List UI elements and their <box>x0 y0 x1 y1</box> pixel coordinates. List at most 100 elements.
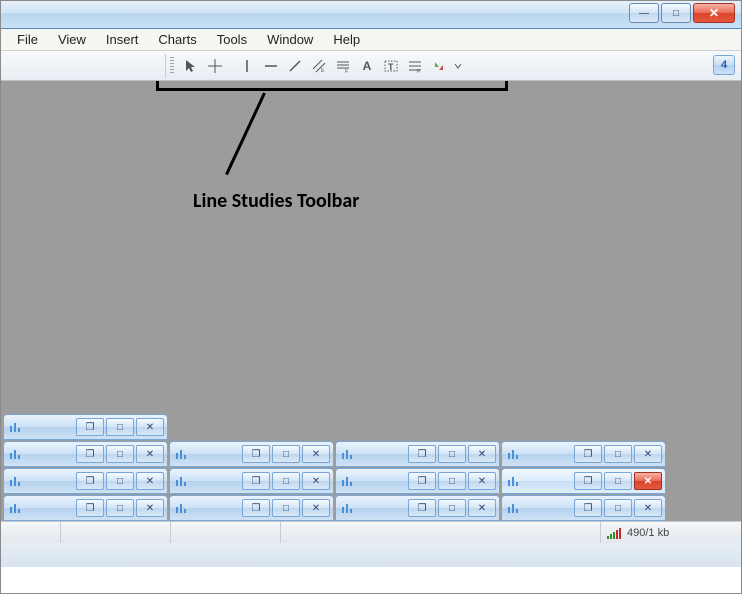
chart-icon <box>339 446 355 462</box>
svg-text:F: F <box>345 69 348 73</box>
tool-vertical-line[interactable] <box>236 55 258 77</box>
mdi-maximize-button[interactable]: □ <box>604 445 632 463</box>
menu-insert[interactable]: Insert <box>96 30 149 49</box>
mdi-close-button[interactable]: ✕ <box>136 445 164 463</box>
tool-crosshair[interactable] <box>204 55 226 77</box>
tool-arrows-shapes[interactable] <box>428 55 450 77</box>
menu-file[interactable]: File <box>7 30 48 49</box>
mdi-maximize-button[interactable]: □ <box>438 472 466 490</box>
tool-horizontal-line[interactable] <box>260 55 282 77</box>
mdi-maximize-button[interactable]: □ <box>438 445 466 463</box>
mdi-restore-button[interactable]: ❐ <box>408 499 436 517</box>
mdi-child-window[interactable]: ❐ □ ✕ <box>3 414 168 440</box>
mdi-close-button[interactable]: ✕ <box>136 418 164 436</box>
mdi-restore-button[interactable]: ❐ <box>76 445 104 463</box>
mdi-restore-button[interactable]: ❐ <box>242 445 270 463</box>
svg-text:F: F <box>417 69 420 73</box>
status-connection[interactable]: 490/1 kb <box>601 522 741 543</box>
tool-trendline[interactable] <box>284 55 306 77</box>
mdi-maximize-button[interactable]: □ <box>106 499 134 517</box>
mdi-child-window[interactable]: ❐□✕ <box>169 495 334 521</box>
mdi-child-window[interactable]: ❐□✕ <box>169 468 334 494</box>
tool-cursor[interactable] <box>180 55 202 77</box>
window-minimize-button[interactable]: — <box>629 3 659 23</box>
mdi-close-button[interactable]: ✕ <box>634 472 662 490</box>
status-cell <box>61 522 171 543</box>
tool-fibonacci-retracement[interactable]: F <box>332 55 354 77</box>
mdi-close-button[interactable]: ✕ <box>302 445 330 463</box>
mdi-maximize-button[interactable]: □ <box>604 499 632 517</box>
window-close-button[interactable]: ✕ <box>693 3 735 23</box>
mdi-child-window[interactable]: ❐□✕ <box>3 468 168 494</box>
menu-tools[interactable]: Tools <box>207 30 257 49</box>
menu-window[interactable]: Window <box>257 30 323 49</box>
mdi-close-button[interactable]: ✕ <box>302 499 330 517</box>
mdi-maximize-button[interactable]: □ <box>604 472 632 490</box>
mdi-child-window[interactable]: ❐□✕ <box>3 441 168 467</box>
alerts-badge[interactable]: 4 <box>713 55 735 75</box>
tool-dropdown[interactable] <box>452 55 464 77</box>
equidistant-channel-icon: E <box>312 59 326 73</box>
mdi-child-window[interactable]: ❐□✕ <box>501 441 666 467</box>
chart-icon <box>173 446 189 462</box>
mdi-maximize-button[interactable]: □ <box>438 499 466 517</box>
mdi-close-button[interactable]: ✕ <box>468 499 496 517</box>
mdi-close-button[interactable]: ✕ <box>136 499 164 517</box>
mdi-restore-button[interactable]: ❐ <box>242 472 270 490</box>
mdi-restore-button[interactable]: ❐ <box>76 499 104 517</box>
mdi-close-button[interactable]: ✕ <box>302 472 330 490</box>
menu-charts[interactable]: Charts <box>148 30 206 49</box>
mdi-maximize-button[interactable]: □ <box>272 472 300 490</box>
mdi-restore-button[interactable]: ❐ <box>76 472 104 490</box>
menubar: File View Insert Charts Tools Window Hel… <box>1 29 741 51</box>
mdi-child-window[interactable]: ❐□✕ <box>335 441 500 467</box>
mdi-restore-button[interactable]: ❐ <box>574 445 602 463</box>
mdi-restore-button[interactable]: ❐ <box>574 472 602 490</box>
menu-view[interactable]: View <box>48 30 96 49</box>
mdi-close-button[interactable]: ✕ <box>468 472 496 490</box>
chart-icon <box>505 446 521 462</box>
tool-andrews-pitchfork[interactable]: F <box>404 55 426 77</box>
mdi-restore-button[interactable]: ❐ <box>408 472 436 490</box>
mdi-child-window[interactable]: ❐□✕ <box>3 495 168 521</box>
mdi-maximize-button[interactable]: □ <box>272 499 300 517</box>
mdi-close-button[interactable]: ✕ <box>634 499 662 517</box>
tool-text-object[interactable]: T <box>380 55 402 77</box>
mdi-maximize-button[interactable]: □ <box>272 445 300 463</box>
tool-equidistant-channel[interactable]: E <box>308 55 330 77</box>
mdi-maximize-button[interactable]: □ <box>106 472 134 490</box>
mdi-close-button[interactable]: ✕ <box>468 445 496 463</box>
tool-text-label[interactable]: A <box>356 55 378 77</box>
toolbar-row: E F A T F 4 <box>1 51 741 81</box>
statusbar: 490/1 kb <box>1 521 741 543</box>
status-traffic-text: 490/1 kb <box>627 527 669 539</box>
mdi-maximize-button[interactable]: □ <box>106 445 134 463</box>
pitchfork-icon: F <box>408 59 422 73</box>
chart-icon <box>7 500 23 516</box>
mdi-child-window[interactable]: ❐□✕ <box>501 495 666 521</box>
mdi-close-button[interactable]: ✕ <box>634 445 662 463</box>
toolbar-grip[interactable] <box>170 57 174 75</box>
menu-help[interactable]: Help <box>323 30 370 49</box>
mdi-child-window-active[interactable]: ❐□✕ <box>501 468 666 494</box>
mdi-child-window[interactable]: ❐□✕ <box>335 468 500 494</box>
mdi-restore-button[interactable]: ❐ <box>242 499 270 517</box>
trendline-icon <box>288 59 302 73</box>
fibonacci-icon: F <box>336 59 350 73</box>
window-maximize-button[interactable]: □ <box>661 3 691 23</box>
chart-icon <box>339 473 355 489</box>
chevron-down-icon <box>454 62 462 70</box>
mdi-maximize-button[interactable]: □ <box>106 418 134 436</box>
crosshair-icon <box>208 59 222 73</box>
mdi-child-window[interactable]: ❐□✕ <box>335 495 500 521</box>
window-titlebar: — □ ✕ <box>1 1 741 29</box>
mdi-close-button[interactable]: ✕ <box>136 472 164 490</box>
mdi-restore-button[interactable]: ❐ <box>408 445 436 463</box>
mdi-restore-button[interactable]: ❐ <box>574 499 602 517</box>
mdi-child-window[interactable]: ❐□✕ <box>169 441 334 467</box>
chart-icon <box>7 473 23 489</box>
mdi-restore-button[interactable]: ❐ <box>76 418 104 436</box>
annotation-highlight-box <box>156 81 508 91</box>
chart-icon <box>173 473 189 489</box>
mdi-workspace: Line Studies Toolbar ❐ □ ✕ ❐□✕ ❐□✕ ❐□✕ ❐… <box>1 81 741 521</box>
